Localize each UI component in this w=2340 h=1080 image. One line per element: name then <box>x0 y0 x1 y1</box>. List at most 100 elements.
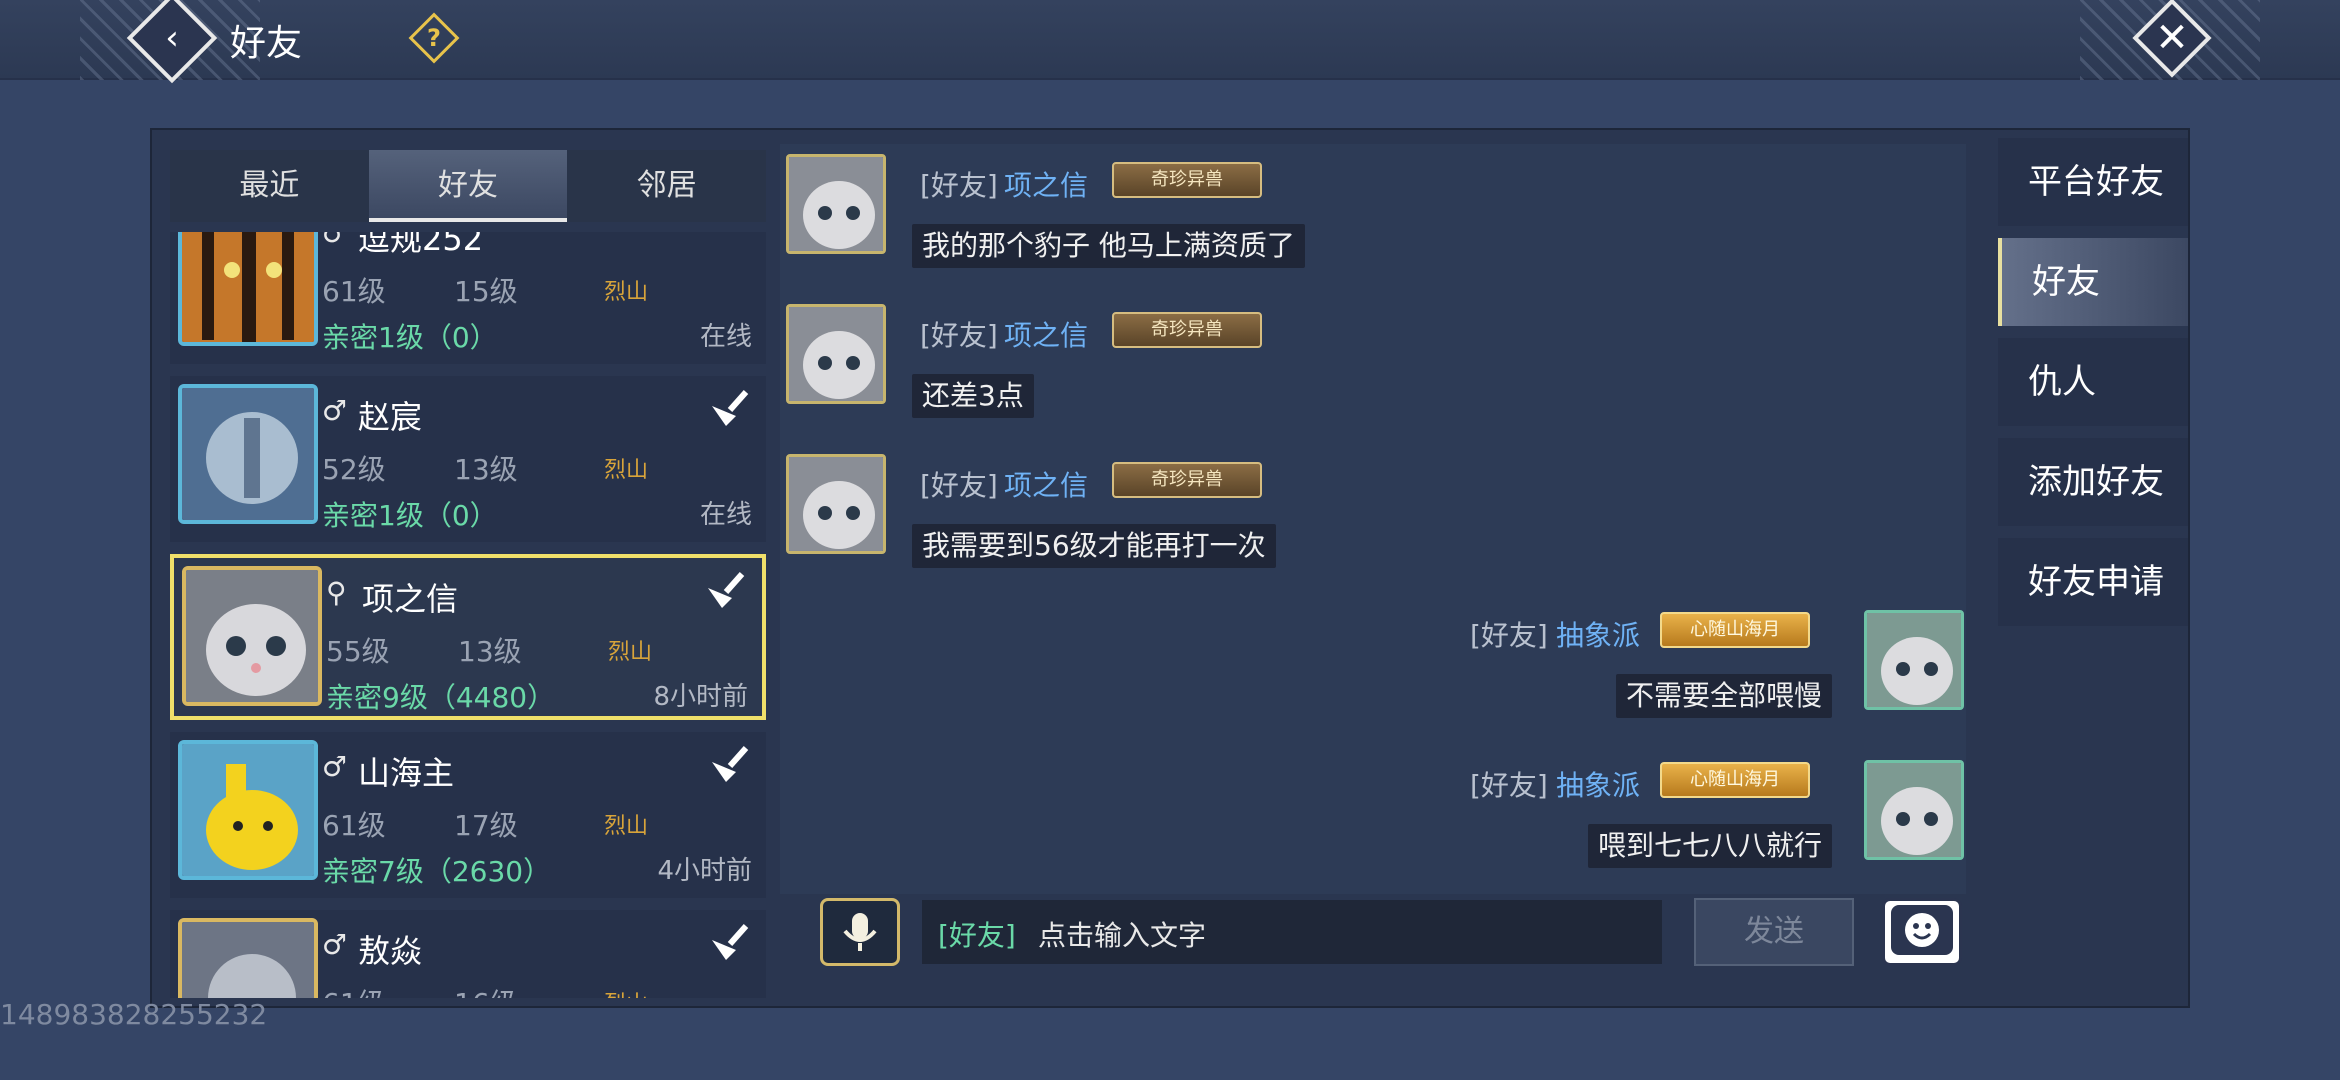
friend-name: 敖焱 <box>358 932 423 970</box>
nav-friend-requests[interactable]: 好友申请 <box>1998 538 2188 626</box>
mount-level: 13级 <box>454 453 518 486</box>
friend-tabs: 最近 好友 邻居 <box>170 150 766 222</box>
mount-level: 15级 <box>454 275 518 308</box>
tab-recent[interactable]: 最近 <box>170 150 369 222</box>
self-avatar[interactable] <box>1864 760 1964 860</box>
chat-bubble: 我需要到56级才能再打一次 <box>912 524 1276 568</box>
chat-input[interactable]: [好友] 点击输入文字 <box>922 900 1662 964</box>
send-button[interactable]: 发送 <box>1694 898 1854 966</box>
online-status: 在线 <box>699 322 752 352</box>
intimacy-level: 亲密1级（0） <box>322 499 498 532</box>
player-level: 61级 <box>322 275 386 308</box>
avatar <box>178 740 318 880</box>
friend-card[interactable]: ♂ 逗规252 61级 15级 烈山 亲密1级（0） 在线 <box>170 232 766 364</box>
beast-avatar-image <box>182 922 314 998</box>
cat-avatar-image <box>1867 613 1961 707</box>
question-mark-icon: ? <box>427 24 441 52</box>
chat-bubble: 还差3点 <box>912 374 1034 418</box>
mount-level: 17级 <box>454 809 518 842</box>
title-badge: 奇珍异兽 <box>1112 162 1262 198</box>
smiley-icon <box>1891 905 1953 955</box>
friend-card-selected[interactable]: ⚲ 项之信 55级 13级 烈山 亲密9级（4480） 8小时前 <box>170 554 766 720</box>
help-button[interactable]: ? <box>408 12 460 64</box>
intimacy-level: 亲密9级（4480） <box>326 681 556 714</box>
sender-name[interactable]: 抽象派 <box>1556 764 1640 804</box>
input-placeholder: 点击输入文字 <box>1038 919 1207 952</box>
title-badge: 奇珍异兽 <box>1112 462 1262 498</box>
microphone-icon <box>843 913 877 951</box>
gender-icon: ♂ <box>322 394 348 427</box>
nav-platform-friends[interactable]: 平台好友 <box>1998 138 2188 226</box>
friend-card[interactable]: ♂ 赵宸 52级 13级 烈山 亲密1级（0） 在线 <box>170 376 766 542</box>
gender-icon: ♂ <box>322 928 348 961</box>
title-badge: 心随山海月 <box>1660 762 1810 798</box>
tiger-avatar-image <box>182 232 314 342</box>
mount-level: 16级 <box>454 982 518 998</box>
cat-avatar-image <box>789 457 883 551</box>
page-title: 好友 <box>230 23 303 64</box>
cat-avatar-image <box>1867 763 1961 857</box>
edit-note-icon[interactable] <box>706 742 750 786</box>
self-avatar[interactable] <box>1864 610 1964 710</box>
friend-card[interactable]: ♂ 敖焱 61级 16级 烈山 <box>170 910 766 998</box>
online-status: 8小时前 <box>653 682 748 712</box>
chat-bubble: 我的那个豹子 他马上满资质了 <box>912 224 1305 268</box>
sender-name[interactable]: 项之信 <box>1004 164 1088 204</box>
avatar <box>178 918 318 998</box>
cat-avatar-image <box>789 307 883 401</box>
avatar <box>178 232 318 346</box>
yellow-mascot-avatar-image <box>182 744 314 876</box>
title-badge: 奇珍异兽 <box>1112 312 1262 348</box>
player-level: 61级 <box>322 982 386 998</box>
friend-card[interactable]: ♂ 山海主 61级 17级 烈山 亲密7级（2630） 4小时前 <box>170 732 766 898</box>
avatar <box>182 566 322 706</box>
close-icon: ✕ <box>2155 15 2189 61</box>
user-id-watermark: 148983828255232 <box>0 998 268 1031</box>
sect-name: 烈山 <box>604 814 649 839</box>
sender-avatar[interactable] <box>786 304 886 404</box>
sect-name: 烈山 <box>604 280 649 305</box>
gender-icon: ♂ <box>322 750 348 783</box>
channel-tag: [好友] <box>920 169 998 202</box>
input-channel-tag: [好友] <box>938 919 1016 952</box>
sender-name[interactable]: 抽象派 <box>1556 614 1640 654</box>
emoji-button[interactable] <box>1882 898 1962 966</box>
nav-friends[interactable]: 好友 <box>1998 238 2188 326</box>
chat-bubble: 不需要全部喂慢 <box>1616 674 1833 718</box>
chat-bubble: 喂到七七八八就行 <box>1588 824 1833 868</box>
channel-tag: [好友] <box>920 319 998 352</box>
nav-add-friend[interactable]: 添加好友 <box>1998 438 2188 526</box>
sender-name[interactable]: 项之信 <box>1004 314 1088 354</box>
edit-note-icon[interactable] <box>706 386 750 430</box>
edit-note-icon[interactable] <box>702 568 746 612</box>
intimacy-level: 亲密7级（2630） <box>322 855 552 888</box>
sender-name[interactable]: 项之信 <box>1004 464 1088 504</box>
sender-avatar[interactable] <box>786 454 886 554</box>
online-status: 在线 <box>699 500 752 530</box>
tab-neighbors[interactable]: 邻居 <box>567 150 766 222</box>
back-arrow-icon: ‹ <box>165 18 179 58</box>
friend-name: 山海主 <box>358 754 455 792</box>
channel-tag: [好友] <box>920 469 998 502</box>
sender-avatar[interactable] <box>786 154 886 254</box>
intimacy-level: 亲密1级（0） <box>322 321 498 354</box>
friend-name: 逗规252 <box>358 232 484 258</box>
avatar <box>178 384 318 524</box>
channel-tag: [好友] <box>1470 769 1548 802</box>
edit-note-icon[interactable] <box>706 920 750 964</box>
channel-tag: [好友] <box>1470 619 1548 652</box>
player-level: 52级 <box>322 453 386 486</box>
friend-list[interactable]: ♂ 逗规252 61级 15级 烈山 亲密1级（0） 在线 ♂ 赵宸 52级 1… <box>170 232 766 998</box>
top-bar: ‹ 好友 ? ✕ <box>0 0 2340 84</box>
tab-friends[interactable]: 好友 <box>368 150 568 222</box>
cat-avatar-image <box>186 570 318 702</box>
online-status: 4小时前 <box>657 856 752 886</box>
beast-avatar-image <box>182 388 314 520</box>
cat-avatar-image <box>789 157 883 251</box>
sect-name: 烈山 <box>604 458 649 483</box>
voice-input-button[interactable] <box>820 898 900 966</box>
nav-enemies[interactable]: 仇人 <box>1998 338 2188 426</box>
gender-icon: ⚲ <box>326 576 347 609</box>
player-level: 61级 <box>322 809 386 842</box>
sect-name: 烈山 <box>608 640 653 665</box>
